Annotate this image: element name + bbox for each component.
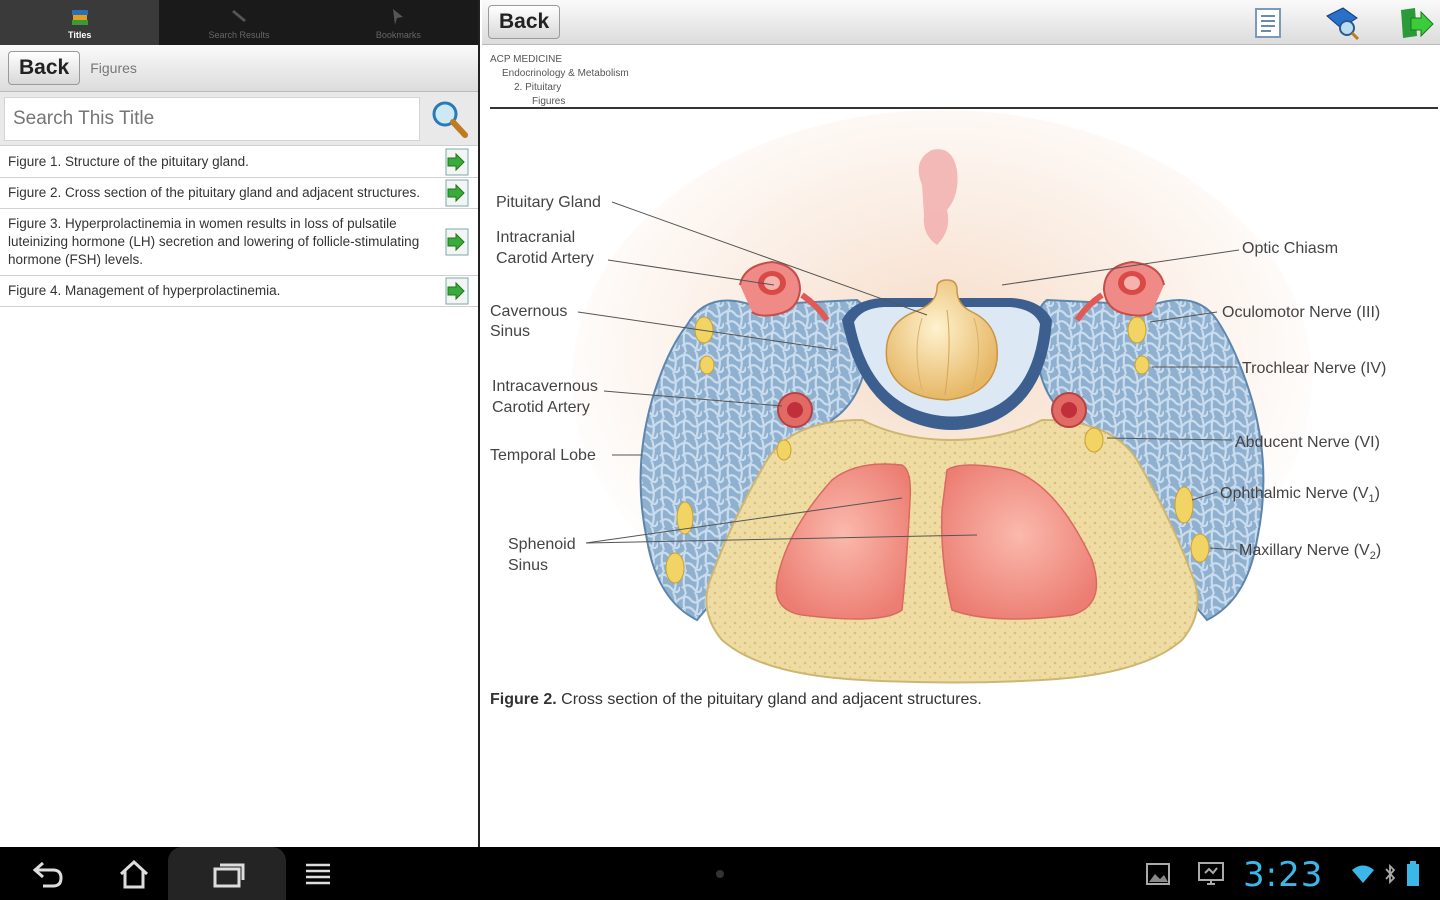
toolbar xyxy=(1248,0,1440,45)
label-cavernous-2: Sinus xyxy=(490,323,531,340)
tab-bookmarks[interactable]: Bookmarks xyxy=(319,0,478,45)
list-item[interactable]: Figure 2. Cross section of the pituitary… xyxy=(0,178,478,209)
contents-button[interactable] xyxy=(1248,3,1288,43)
bookmark-icon xyxy=(387,6,409,28)
figure-list: Figure 1. Structure of the pituitary gla… xyxy=(0,147,478,307)
search-bar xyxy=(0,92,478,146)
figure-title: Figure 4. Management of hyperprolactinem… xyxy=(8,283,281,298)
label-temporal-lobe: Temporal Lobe xyxy=(490,447,596,464)
recent-apps-icon xyxy=(213,863,245,887)
label-optic-chiasm: Optic Chiasm xyxy=(1242,240,1339,257)
nav-menu-button[interactable] xyxy=(288,847,348,900)
trail-book[interactable]: ACP MEDICINE xyxy=(490,53,629,67)
app-window: Titles Search Results Bookmarks Back Fig… xyxy=(0,0,1440,900)
clock: 3:23 xyxy=(1243,855,1324,895)
list-item[interactable]: Figure 4. Management of hyperprolactinem… xyxy=(0,276,478,307)
divider xyxy=(490,107,1438,109)
left-back-button[interactable]: Back xyxy=(8,51,81,85)
list-item[interactable]: Figure 1. Structure of the pituitary gla… xyxy=(0,147,478,178)
breadcrumb-trail: ACP MEDICINE Endocrinology & Metabolism … xyxy=(490,53,629,109)
breadcrumb: Figures xyxy=(90,60,137,76)
trail-section[interactable]: Endocrinology & Metabolism xyxy=(490,67,629,81)
open-figure-icon[interactable] xyxy=(442,227,472,257)
figure-title: Figure 3. Hyperprolactinemia in women re… xyxy=(8,216,420,267)
system-bar xyxy=(0,847,1440,900)
figure-title: Figure 1. Structure of the pituitary gla… xyxy=(8,154,249,169)
next-arrow-icon xyxy=(1401,7,1434,38)
label-oculomotor: Oculomotor Nerve (III) xyxy=(1222,304,1381,321)
content-header: Back xyxy=(482,0,1440,45)
open-figure-icon[interactable] xyxy=(442,147,472,177)
label-pituitary-gland: Pituitary Gland xyxy=(496,194,601,211)
books-icon xyxy=(69,6,91,28)
contents-icon xyxy=(1255,7,1281,38)
label-intracavernous-1: Intracavernous xyxy=(492,378,598,395)
wifi-icon xyxy=(1348,847,1378,900)
next-button[interactable] xyxy=(1396,3,1436,43)
bluetooth-icon xyxy=(1380,847,1400,900)
list-item[interactable]: Figure 3. Hyperprolactinemia in women re… xyxy=(0,209,478,276)
label-maxillary: Maxillary Nerve (V2) xyxy=(1239,542,1382,563)
gallery-notification-icon[interactable] xyxy=(1140,847,1176,900)
back-nav-icon xyxy=(32,861,63,887)
figure-title: Figure 2. Cross section of the pituitary… xyxy=(8,185,420,200)
battery-icon xyxy=(1402,847,1424,900)
tab-search-results-label: Search Results xyxy=(208,29,270,40)
left-pane: Titles Search Results Bookmarks Back Fig… xyxy=(0,0,480,847)
tab-search-results[interactable]: Search Results xyxy=(159,0,318,45)
search-icon xyxy=(432,101,468,138)
label-sphenoid-1: Sphenoid xyxy=(508,536,576,553)
search-book-icon xyxy=(1326,6,1360,40)
label-intracavernous-2: Carotid Artery xyxy=(492,399,590,416)
anatomy-illustration xyxy=(572,110,1312,684)
search-input[interactable] xyxy=(4,96,420,141)
dot-indicator xyxy=(712,847,728,900)
tab-titles-label: Titles xyxy=(67,29,92,40)
figure-caption: Figure 2. Cross section of the pituitary… xyxy=(490,691,982,709)
label-ophthalmic: Ophthalmic Nerve (V1) xyxy=(1220,485,1380,506)
label-trochlear: Trochlear Nerve (IV) xyxy=(1242,360,1387,377)
label-sphenoid-2: Sinus xyxy=(508,557,549,574)
nav-recent-button[interactable] xyxy=(168,847,286,900)
screen-notification-icon[interactable] xyxy=(1193,847,1229,900)
label-cavernous-1: Cavernous xyxy=(490,303,568,320)
content-back-button[interactable]: Back xyxy=(488,5,561,39)
tab-titles[interactable]: Titles xyxy=(0,0,160,45)
open-figure-icon[interactable] xyxy=(442,276,472,306)
content-pane: Back ACP MEDICINE Endocrinology & Metabo… xyxy=(482,0,1440,847)
tab-bookmarks-label: Bookmarks xyxy=(375,29,421,40)
left-header: Back Figures xyxy=(0,45,478,92)
nav-back-button[interactable] xyxy=(18,847,78,900)
label-intracranial-1: Intracranial xyxy=(496,229,576,246)
pencil-icon xyxy=(228,6,250,28)
open-figure-icon[interactable] xyxy=(442,178,472,208)
label-abducent: Abducent Nerve (VI) xyxy=(1235,434,1380,451)
nav-home-button[interactable] xyxy=(104,847,164,900)
home-icon xyxy=(119,859,149,888)
tab-bar: Titles Search Results Bookmarks xyxy=(0,0,478,45)
trail-chapter[interactable]: 2. Pituitary xyxy=(490,81,629,95)
label-intracranial-2: Carotid Artery xyxy=(496,250,594,267)
caption-text: Cross section of the pituitary gland and… xyxy=(556,691,982,708)
search-button[interactable] xyxy=(426,96,472,142)
menu-icon xyxy=(306,863,330,884)
search-book-button[interactable] xyxy=(1322,3,1362,43)
caption-number: Figure 2. xyxy=(490,691,557,708)
